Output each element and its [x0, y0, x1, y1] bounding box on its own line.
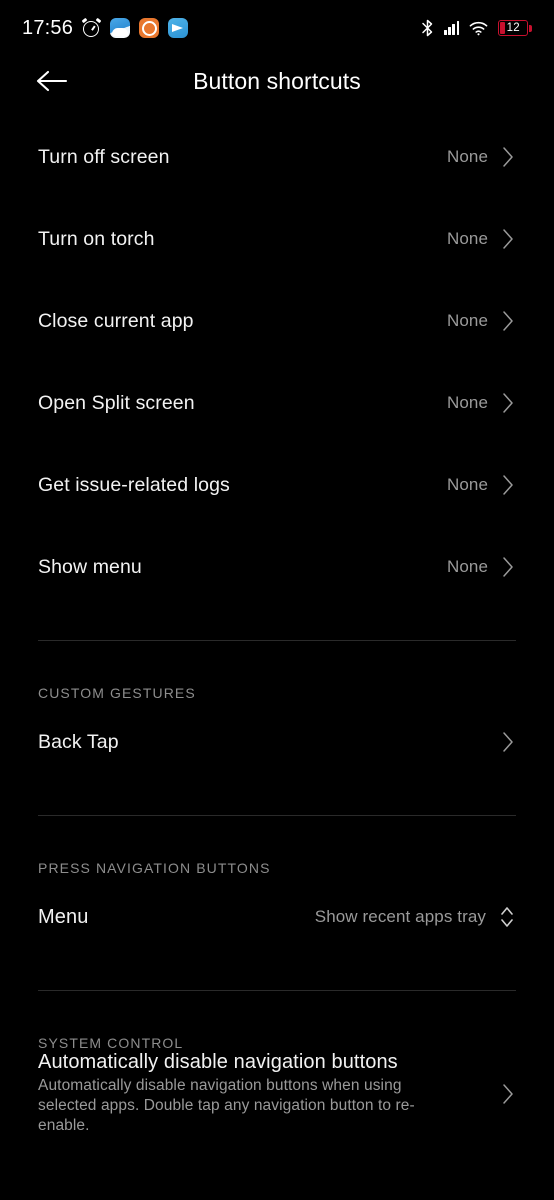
page-title: Button shortcuts [193, 67, 361, 94]
list-item-back-tap[interactable]: Back Tap [38, 701, 516, 783]
list-item-value: Show recent apps tray [314, 907, 486, 926]
list-item-description: Automatically disable navigation buttons… [38, 1077, 415, 1134]
alarm-clock-icon [81, 17, 102, 38]
weather-app-icon [110, 18, 131, 38]
list-item-show-menu[interactable]: Show menu None [38, 526, 516, 608]
phone-screen: 17:56 12 Button shortcuts Turn off scree… [0, 0, 554, 1200]
chevron-right-icon [503, 557, 513, 577]
list-item-turn-on-torch[interactable]: Turn on torch None [38, 198, 516, 280]
back-arrow-icon[interactable] [36, 67, 70, 95]
chevron-up-down-icon[interactable] [498, 902, 516, 932]
list-item-label: Menu [38, 905, 89, 928]
chevron-right-icon [503, 1083, 513, 1104]
battery-indicator: 12 [498, 20, 532, 36]
list-item-label: Turn on torch [38, 227, 155, 250]
list-item-label: Back Tap [38, 730, 119, 753]
press-navigation-buttons-list: Menu Show recent apps tray [0, 876, 554, 958]
list-item-value: None [446, 557, 488, 576]
list-item-label: Close current app [38, 309, 194, 332]
chevron-right-icon [503, 147, 513, 167]
section-header-custom-gestures: CUSTOM GESTURES [38, 685, 196, 701]
chevron-right-icon [503, 229, 513, 249]
chevron-right-icon [503, 475, 513, 495]
list-item-label: Automatically disable navigation buttons [38, 1051, 398, 1073]
custom-gestures-list: Back Tap [0, 701, 554, 783]
list-item-value: None [446, 311, 488, 330]
list-item-turn-off-screen[interactable]: Turn off screen None [38, 116, 516, 198]
battery-level-label: 12 [506, 22, 520, 34]
status-bar-clock: 17:56 [22, 16, 74, 39]
scroll-clip-spacer [0, 106, 554, 116]
list-item-value: None [446, 393, 488, 412]
bluetooth-icon [422, 19, 433, 37]
section-header-system-control: SYSTEM CONTROL [38, 1035, 184, 1051]
status-bar-left: 17:56 [22, 16, 189, 40]
list-item-value: None [446, 229, 488, 248]
list-item-label: Get issue-related logs [38, 473, 230, 496]
cellular-signal-icon [444, 21, 460, 35]
list-item-label: Turn off screen [38, 145, 170, 168]
chevron-right-icon [503, 311, 513, 331]
system-control-list: Automatically disable navigation buttons… [0, 1051, 554, 1136]
orange-app-icon [139, 18, 160, 38]
list-item-close-current-app[interactable]: Close current app None [38, 280, 516, 362]
list-item-open-split-screen[interactable]: Open Split screen None [38, 362, 516, 444]
list-item-get-issue-related-logs[interactable]: Get issue-related logs None [38, 444, 516, 526]
settings-list: Turn off screen None Turn on torch None [0, 116, 554, 608]
chevron-right-icon [503, 393, 513, 413]
telegram-app-icon [168, 18, 189, 38]
list-item-label: Open Split screen [38, 391, 195, 414]
wifi-icon [469, 21, 488, 35]
list-item-value: None [446, 147, 488, 166]
status-bar: 17:56 12 [0, 0, 554, 56]
chevron-right-icon [503, 732, 513, 752]
status-bar-right: 12 [421, 19, 532, 37]
list-item-label: Show menu [38, 555, 142, 578]
list-item-menu[interactable]: Menu Show recent apps tray [38, 876, 516, 958]
list-item-value: None [446, 475, 488, 494]
list-item-automatically-disable-navigation-buttons[interactable]: Automatically disable navigation buttons… [38, 1051, 516, 1136]
app-bar: Button shortcuts [0, 56, 554, 106]
section-header-press-navigation-buttons: PRESS NAVIGATION BUTTONS [38, 860, 271, 876]
